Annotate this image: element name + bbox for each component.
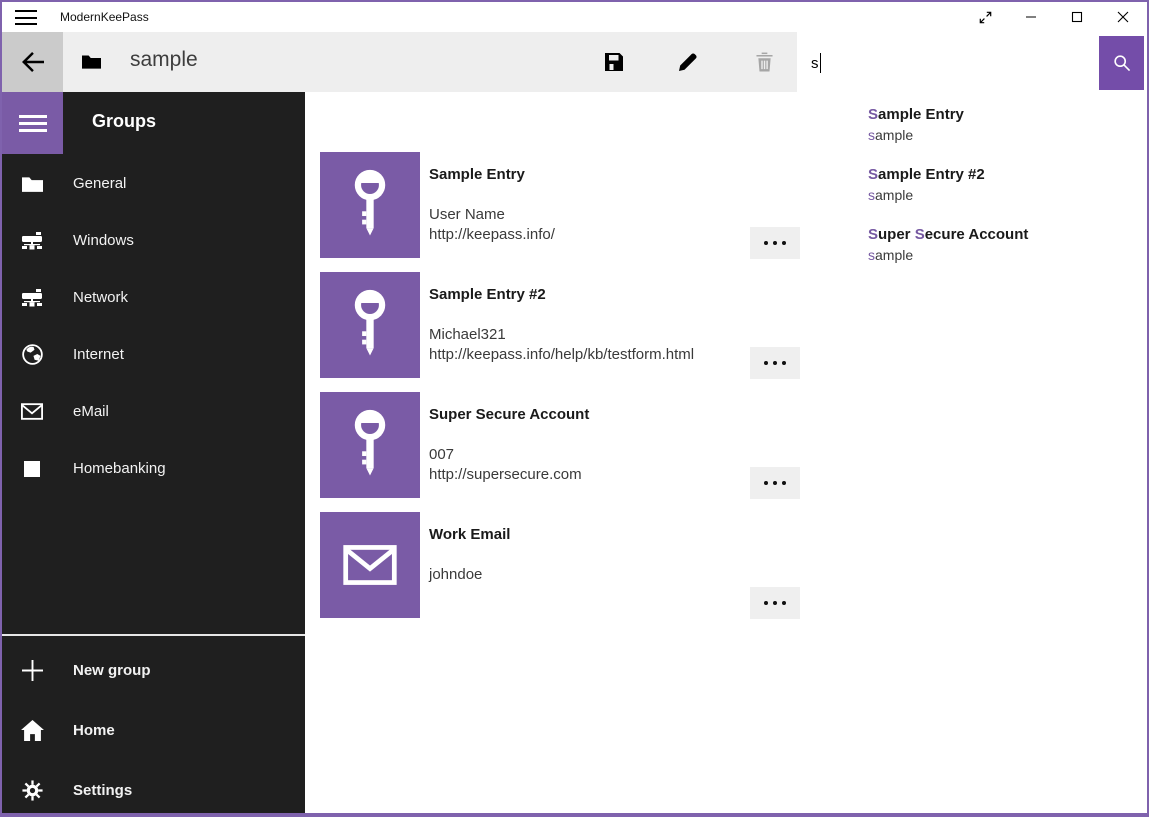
- sidebar-item-homebanking[interactable]: Homebanking: [2, 440, 305, 497]
- app-window: ModernKeePass: [0, 0, 1149, 817]
- entry-more-button[interactable]: [750, 467, 800, 499]
- entry-tile: [320, 272, 420, 378]
- entry-more-button[interactable]: [750, 347, 800, 379]
- key-icon: [349, 289, 391, 361]
- sidebar-item-label: eMail: [73, 403, 109, 420]
- folder-icon: [20, 175, 44, 192]
- sidebar-item-settings[interactable]: Settings: [2, 761, 305, 817]
- hamburger-icon: [19, 115, 47, 132]
- entry-tile: [320, 512, 420, 618]
- entry-username: Michael321: [429, 326, 506, 343]
- entry-url: http://supersecure.com: [429, 466, 582, 483]
- suggestion-title: Sample Entry: [868, 105, 1147, 125]
- delete-button[interactable]: [741, 32, 787, 92]
- sidebar-item-home[interactable]: Home: [2, 701, 305, 759]
- entry-row[interactable]: Super Secure Account 007 http://supersec…: [320, 392, 880, 512]
- sidebar-item-label: New group: [73, 662, 151, 679]
- edit-button[interactable]: [665, 32, 711, 92]
- search-input-value: s: [811, 55, 819, 72]
- entry-username: 007: [429, 446, 454, 463]
- mail-icon: [20, 403, 44, 420]
- entry-more-button[interactable]: [750, 227, 800, 259]
- ellipsis-icon: [764, 241, 768, 245]
- entry-row[interactable]: Sample Entry #2 Michael321 http://keepas…: [320, 272, 880, 392]
- entry-row[interactable]: Sample Entry User Name http://keepass.in…: [320, 152, 880, 272]
- sidebar-item-network[interactable]: Network: [2, 269, 305, 326]
- globe-icon: [20, 344, 44, 365]
- sidebar-item-label: Network: [73, 289, 128, 306]
- sidebar-item-label: Windows: [73, 232, 134, 249]
- close-icon: [1117, 11, 1129, 23]
- search-submit-button[interactable]: [1099, 36, 1144, 90]
- mail-icon: [343, 544, 397, 586]
- gear-icon: [20, 780, 44, 801]
- nav-hamburger-button[interactable]: [2, 92, 63, 154]
- entry-title: Sample Entry: [429, 166, 525, 183]
- fullscreen-expand-icon: [979, 11, 992, 24]
- maximize-button[interactable]: [1054, 2, 1100, 32]
- entry-username: johndoe: [429, 566, 482, 583]
- entry-row[interactable]: Work Email johndoe: [320, 512, 880, 632]
- suggestion-subtitle: sample: [868, 245, 1147, 265]
- entry-title: Work Email: [429, 526, 510, 543]
- edit-pencil-icon: [678, 52, 698, 72]
- entry-tile: [320, 392, 420, 498]
- titlebar: ModernKeePass: [2, 2, 1147, 32]
- back-button[interactable]: [2, 32, 63, 92]
- sidebar-item-windows[interactable]: Windows: [2, 212, 305, 269]
- sidebar-item-label: Internet: [73, 346, 124, 363]
- delete-trash-icon: [756, 52, 773, 72]
- minimize-icon: [1025, 11, 1037, 23]
- network-icon: [20, 232, 44, 250]
- entry-username: User Name: [429, 206, 505, 223]
- sidebar-divider: [2, 634, 305, 636]
- sidebar-item-label: Settings: [73, 782, 132, 799]
- key-icon: [349, 169, 391, 241]
- entry-tile: [320, 152, 420, 258]
- minimize-button[interactable]: [1008, 2, 1054, 32]
- entry-url: http://keepass.info/: [429, 226, 555, 243]
- sidebar-item-internet[interactable]: Internet: [2, 326, 305, 383]
- sidebar-item-new-group[interactable]: New group: [2, 641, 305, 699]
- entry-title: Super Secure Account: [429, 406, 589, 423]
- hamburger-icon: [15, 10, 37, 25]
- close-button[interactable]: [1100, 2, 1146, 32]
- page-title: sample: [130, 48, 198, 72]
- sidebar-item-label: Home: [73, 722, 115, 739]
- square-icon: [20, 461, 44, 477]
- back-arrow-icon: [21, 51, 45, 73]
- sidebar-item-email[interactable]: eMail: [2, 383, 305, 440]
- search-magnifier-icon: [1113, 54, 1131, 72]
- entry-title: Sample Entry #2: [429, 286, 546, 303]
- key-icon: [349, 409, 391, 481]
- ellipsis-icon: [764, 481, 768, 485]
- suggestion-title: Super Secure Account: [868, 225, 1147, 245]
- save-icon: [604, 52, 624, 72]
- network-icon: [20, 289, 44, 307]
- sidebar-item-label: General: [73, 175, 126, 192]
- home-icon: [20, 720, 44, 741]
- suggestion-subtitle: sample: [868, 185, 1147, 205]
- plus-icon: [20, 660, 44, 681]
- ellipsis-icon: [764, 361, 768, 365]
- suggestion-subtitle: sample: [868, 125, 1147, 145]
- ellipsis-icon: [764, 601, 768, 605]
- entry-more-button[interactable]: [750, 587, 800, 619]
- search-input[interactable]: s: [797, 36, 1099, 90]
- sidebar-item-label: Homebanking: [73, 460, 166, 477]
- text-caret: [820, 53, 821, 73]
- database-folder-icon: [82, 53, 101, 69]
- groups-header: Groups: [92, 111, 156, 132]
- maximize-icon: [1071, 11, 1083, 23]
- app-title: ModernKeePass: [60, 10, 149, 24]
- entry-url: http://keepass.info/help/kb/testform.htm…: [429, 346, 694, 363]
- save-button[interactable]: [591, 32, 637, 92]
- suggestion-item[interactable]: Sample Entry sample: [799, 100, 1147, 160]
- command-bar: sample: [2, 32, 797, 92]
- fullscreen-button[interactable]: [962, 2, 1008, 32]
- sidebar-item-general[interactable]: General: [2, 155, 305, 212]
- sidebar: Groups General Windows: [2, 92, 305, 813]
- suggestion-title: Sample Entry #2: [868, 165, 1147, 185]
